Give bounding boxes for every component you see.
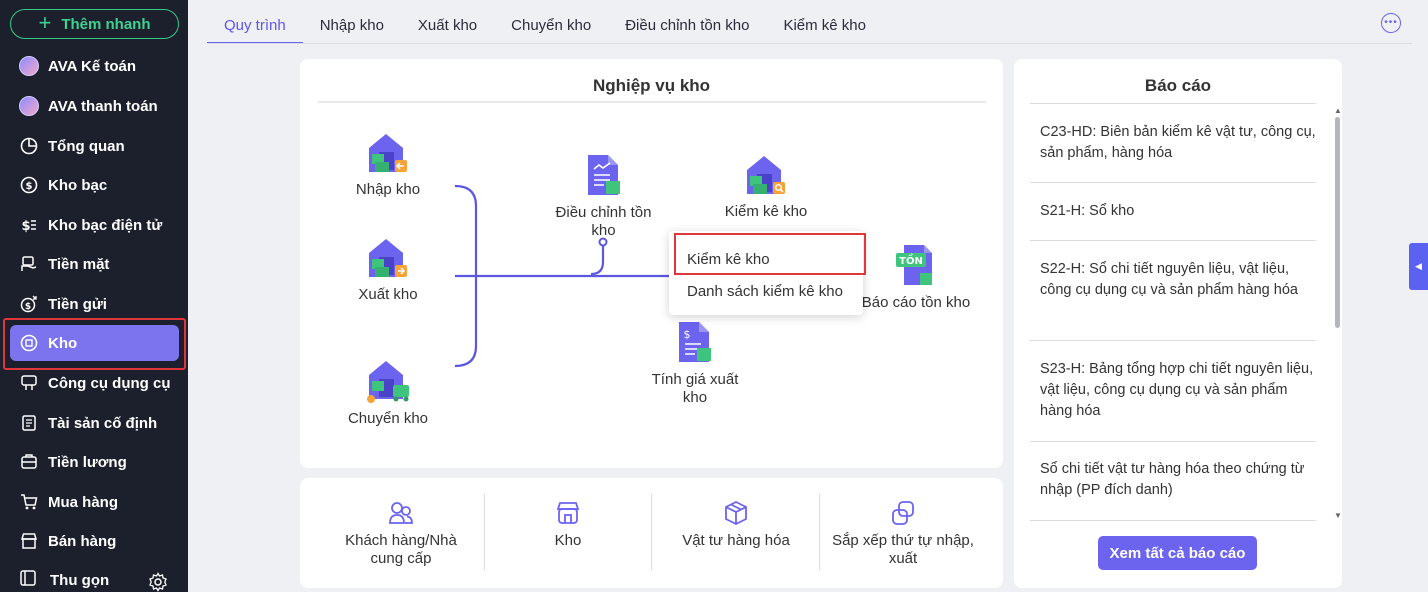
warehouse-export-icon	[369, 239, 407, 277]
report-divider	[1030, 103, 1316, 104]
node-bao-cao-ton-kho[interactable]: TỒN Báo cáo tồn kho	[860, 241, 972, 312]
shortcut-khach-hang-label: Khách hàng/Nhà cung cấp	[345, 532, 457, 567]
node-kiem-ke-kho-label: Kiểm kê kho	[724, 203, 808, 220]
report-divider	[1030, 520, 1316, 521]
reports-scrollbar[interactable]	[1335, 117, 1340, 328]
adjust-document-icon	[587, 155, 620, 195]
reports-title: Báo cáo	[1144, 76, 1212, 95]
report-item[interactable]: Sổ chi tiết vật tư hàng hóa theo chứng t…	[1030, 459, 1316, 501]
shortcut-sap-xep[interactable]: Sắp xếp thứ tự nhập, xuất	[829, 495, 977, 577]
shortcut-khach-hang[interactable]: Khách hàng/Nhà cung cấp	[335, 495, 467, 577]
node-xuat-kho[interactable]: Xuất kho	[344, 235, 432, 304]
shortcut-divider	[484, 494, 485, 570]
svg-text:$: $	[684, 328, 691, 341]
shortcut-divider	[651, 494, 652, 570]
shortcut-vat-tu-label: Vật tư hàng hóa	[682, 532, 790, 549]
node-xuat-kho-label: Xuất kho	[358, 286, 418, 303]
view-all-reports-button[interactable]: Xem tất cả báo cáo	[1098, 536, 1257, 570]
shortcut-vat-tu-hang-hoa[interactable]: Vật tư hàng hóa	[672, 495, 800, 577]
report-item[interactable]: C23-HD: Biên bản kiểm kê vật tư, công cụ…	[1030, 122, 1316, 164]
warehouse-icon	[556, 502, 580, 524]
node-nhap-kho[interactable]: Nhập kho	[344, 130, 432, 199]
scroll-up-icon[interactable]: ▲	[1334, 106, 1342, 115]
sort-icon	[892, 501, 914, 525]
dropdown-item-danh-sach-kiem-ke[interactable]: Danh sách kiểm kê kho	[687, 283, 843, 300]
users-icon	[389, 502, 413, 524]
node-nhap-kho-label: Nhập kho	[355, 181, 421, 198]
shortcut-divider	[819, 494, 820, 570]
report-item[interactable]: S23-H: Bảng tổng hợp chi tiết nguyên liệ…	[1030, 359, 1316, 422]
report-divider	[1030, 240, 1316, 241]
warehouse-transfer-icon	[367, 361, 409, 403]
shortcut-kho-label: Kho	[554, 532, 582, 549]
node-chuyen-kho-label: Chuyển kho	[347, 410, 429, 427]
shortcut-kho[interactable]: Kho	[516, 495, 620, 577]
warehouse-import-icon	[369, 134, 407, 172]
node-tinh-gia-xuat-kho-label: Tính giá xuất kho	[651, 371, 739, 406]
node-bao-cao-ton-kho-label: Báo cáo tồn kho	[861, 294, 971, 311]
node-chuyen-kho[interactable]: Chuyển kho	[336, 357, 440, 428]
inventory-report-icon: TỒN	[896, 245, 932, 285]
scroll-down-icon[interactable]: ▼	[1334, 511, 1342, 520]
report-item[interactable]: S22-H: Sổ chi tiết nguyên liệu, vật liệu…	[1030, 259, 1316, 301]
highlight-box-kiem-ke	[674, 233, 866, 275]
box-icon	[725, 500, 747, 526]
node-dieu-chinh-ton-kho-label: Điều chỉnh tồn kho	[555, 204, 652, 239]
panel-toggle-icon[interactable]: ◀	[1409, 243, 1428, 290]
shortcut-sap-xep-label: Sắp xếp thứ tự nhập, xuất	[832, 532, 974, 567]
report-item[interactable]: S21-H: Sổ kho	[1030, 201, 1316, 222]
report-divider	[1030, 182, 1316, 183]
report-divider	[1030, 441, 1316, 442]
price-calc-document-icon: $	[679, 322, 711, 362]
node-kiem-ke-kho[interactable]: Kiểm kê kho	[720, 152, 812, 221]
warehouse-audit-icon	[747, 156, 785, 194]
report-divider	[1030, 340, 1316, 341]
node-dieu-chinh-ton-kho[interactable]: Điều chỉnh tồn kho	[550, 151, 657, 240]
node-tinh-gia-xuat-kho[interactable]: $ Tính giá xuất kho	[646, 318, 744, 407]
